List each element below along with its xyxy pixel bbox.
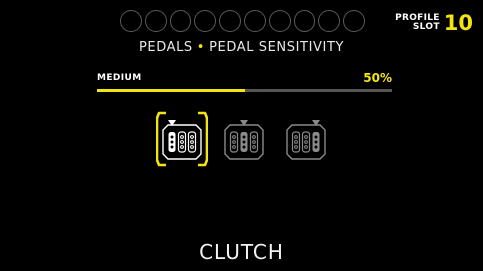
breadcrumb: PEDALS • PEDAL SENSITIVITY [0, 40, 483, 55]
profile-slot: PROFILE SLOT 10 [395, 12, 473, 34]
breadcrumb-separator: • [196, 40, 206, 55]
slot-label: SLOT [412, 22, 440, 32]
slot-indicator[interactable] [120, 10, 142, 32]
selected-pedal-title: CLUTCH [199, 240, 284, 264]
sensitivity-level-label: MEDIUM [97, 73, 142, 83]
pedal-brake[interactable] [218, 110, 270, 168]
sensitivity-value: 50% [363, 71, 392, 85]
sensitivity-slider-fill [97, 89, 245, 92]
pedal-throttle[interactable] [280, 110, 332, 168]
pedal-brake-icon [224, 120, 264, 160]
slot-indicator[interactable] [293, 10, 316, 32]
pedal-clutch[interactable] [156, 110, 208, 168]
profile-slot-indicators [120, 10, 365, 32]
sensitivity-slider[interactable] [97, 89, 392, 92]
profile-slot-number: 10 [443, 11, 473, 35]
slot-indicator[interactable] [144, 10, 167, 32]
slot-indicator[interactable] [318, 10, 341, 32]
breadcrumb-page: PEDAL SENSITIVITY [209, 40, 345, 55]
slot-indicator[interactable] [243, 10, 266, 32]
slot-indicator[interactable] [219, 10, 241, 32]
slot-indicator[interactable] [169, 10, 192, 32]
slot-indicator[interactable] [194, 10, 217, 32]
slot-indicator[interactable] [268, 10, 291, 32]
pedal-throttle-icon [286, 120, 326, 160]
pedal-clutch-icon [156, 111, 208, 167]
slot-indicator[interactable] [343, 10, 365, 32]
breadcrumb-section: PEDALS [138, 40, 193, 55]
profile-slot-label: PROFILE SLOT [395, 14, 440, 32]
